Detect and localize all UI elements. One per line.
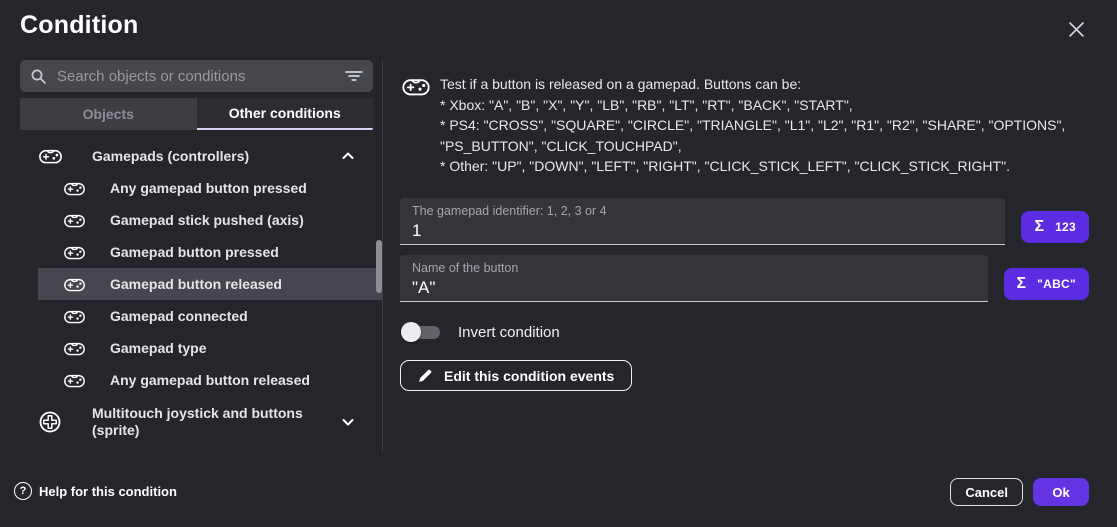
field-label: The gamepad identifier: 1, 2, 3 or 4 xyxy=(412,204,993,218)
gamepad-identifier-field[interactable]: The gamepad identifier: 1, 2, 3 or 4 1 xyxy=(400,198,1005,245)
invert-condition-row: Invert condition xyxy=(401,321,560,343)
field-label: Name of the button xyxy=(412,261,976,275)
invert-condition-label: Invert condition xyxy=(458,324,560,341)
gamepad-icon xyxy=(62,181,86,196)
help-link[interactable]: ? Help for this condition xyxy=(14,482,177,500)
dpad-icon xyxy=(38,410,62,434)
tabbar: Objects Other conditions xyxy=(20,98,373,130)
expression-editor-button-string[interactable]: Σ "ABC" xyxy=(1004,268,1090,300)
search-input[interactable] xyxy=(57,68,345,85)
edit-condition-events-button[interactable]: Edit this condition events xyxy=(400,360,632,391)
description-line: "PS_BUTTON", "CLICK_TOUCHPAD", xyxy=(440,136,1065,157)
list-item-label: Gamepad type xyxy=(110,340,206,356)
chevron-up-icon xyxy=(340,148,356,164)
search-box[interactable] xyxy=(20,60,373,92)
gamepad-icon xyxy=(62,309,86,324)
tab-other-conditions[interactable]: Other conditions xyxy=(197,98,374,130)
edit-button-label: Edit this condition events xyxy=(444,368,614,384)
gamepad-icon xyxy=(402,74,440,177)
panel-divider xyxy=(382,60,383,452)
description-text: Test if a button is released on a gamepa… xyxy=(440,74,1065,177)
list-group-multitouch[interactable]: Multitouch joystick and buttons (sprite) xyxy=(38,396,382,448)
help-label: Help for this condition xyxy=(39,484,177,499)
footer-actions: Cancel Ok xyxy=(950,478,1089,506)
condition-dialog: Condition Objects Other conditions Gamep… xyxy=(0,0,1117,527)
sigma-button-label: 123 xyxy=(1055,220,1076,234)
close-icon xyxy=(1069,22,1084,37)
gamepad-identifier-row: The gamepad identifier: 1, 2, 3 or 4 1 Σ… xyxy=(400,198,1089,245)
filter-icon[interactable] xyxy=(345,69,363,83)
sigma-icon: Σ xyxy=(1034,218,1044,236)
list-item-label: Any gamepad button pressed xyxy=(110,180,307,196)
description-line: * Xbox: "A", "B", "X", "Y", "LB", "RB", … xyxy=(440,95,1065,116)
list-item-label: Gamepad connected xyxy=(110,308,248,324)
gamepad-icon xyxy=(62,373,86,388)
pencil-icon xyxy=(418,368,433,383)
list-group-label: Multitouch joystick and buttons (sprite) xyxy=(92,405,310,439)
list-item-label: Gamepad stick pushed (axis) xyxy=(110,212,304,228)
list-item-label: Any gamepad button released xyxy=(110,372,310,388)
list-item[interactable]: Any gamepad button pressed xyxy=(38,172,382,204)
list-item[interactable]: Gamepad button pressed xyxy=(38,236,382,268)
list-item-selected[interactable]: Gamepad button released xyxy=(38,268,382,300)
list-item[interactable]: Any gamepad button released xyxy=(38,364,382,396)
list-group-label: Gamepads (controllers) xyxy=(92,148,249,164)
button-name-row: Name of the button "A" Σ "ABC" xyxy=(400,255,1089,302)
condition-description: Test if a button is released on a gamepa… xyxy=(402,74,1102,177)
tab-objects[interactable]: Objects xyxy=(20,98,197,130)
gamepad-icon xyxy=(62,341,86,356)
button-name-field[interactable]: Name of the button "A" xyxy=(400,255,988,302)
search-icon xyxy=(30,68,47,85)
field-value[interactable]: "A" xyxy=(412,278,976,298)
description-line: * PS4: "CROSS", "SQUARE", "CIRCLE", "TRI… xyxy=(440,115,1065,136)
expression-editor-button-number[interactable]: Σ 123 xyxy=(1021,211,1089,243)
list-item[interactable]: Gamepad stick pushed (axis) xyxy=(38,204,382,236)
invert-condition-toggle[interactable] xyxy=(401,322,441,342)
conditions-list: Gamepads (controllers) Any gamepad butto… xyxy=(38,140,382,448)
gamepad-icon xyxy=(62,277,86,292)
chevron-down-icon xyxy=(340,414,356,430)
ok-button[interactable]: Ok xyxy=(1033,478,1089,506)
list-item[interactable]: Gamepad connected xyxy=(38,300,382,332)
help-icon: ? xyxy=(14,482,32,500)
gamepad-icon xyxy=(62,213,86,228)
gamepad-icon xyxy=(62,245,86,260)
list-item-label: Gamepad button released xyxy=(110,276,282,292)
field-value[interactable]: 1 xyxy=(412,221,993,241)
cancel-button[interactable]: Cancel xyxy=(950,478,1023,506)
description-line: * Other: "UP", "DOWN", "LEFT", "RIGHT", … xyxy=(440,156,1065,177)
toggle-knob xyxy=(401,322,421,342)
description-line: Test if a button is released on a gamepa… xyxy=(440,74,1065,95)
close-button[interactable] xyxy=(1064,17,1088,41)
sigma-button-label: "ABC" xyxy=(1037,277,1076,291)
sigma-icon: Σ xyxy=(1017,275,1027,293)
list-item[interactable]: Gamepad type xyxy=(38,332,382,364)
list-group-gamepads[interactable]: Gamepads (controllers) xyxy=(38,140,382,172)
page-title: Condition xyxy=(20,11,138,40)
list-item-label: Gamepad button pressed xyxy=(110,244,279,260)
gamepad-icon xyxy=(38,148,62,164)
